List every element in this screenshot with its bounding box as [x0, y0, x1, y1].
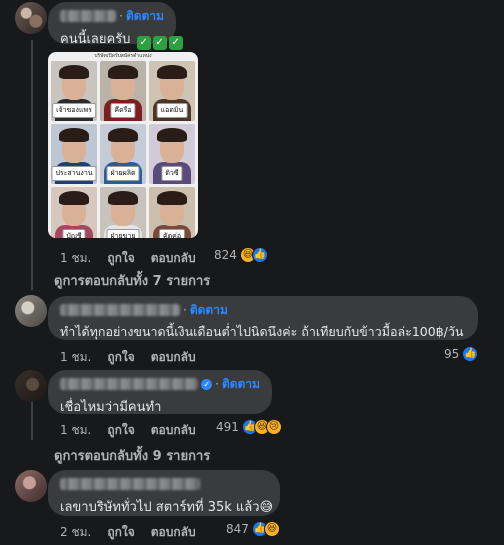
image-grid-cell: คีดรือ: [100, 61, 146, 121]
comment-actions: 2 ชม. ถูกใจ ตอบกลับ: [60, 523, 212, 542]
person-hair: [157, 191, 187, 205]
image-grid-cell: บัญชี: [51, 187, 97, 238]
person-hair: [108, 128, 138, 142]
check-mark-icon: ✓: [136, 36, 151, 50]
like-button[interactable]: ถูกใจ: [107, 348, 134, 367]
image-grid-cell: แอดมิน: [149, 61, 195, 121]
check-mark-icon: ✓: [168, 36, 183, 50]
comment-time[interactable]: 1 ชม.: [60, 249, 91, 268]
reaction-summary[interactable]: 95 👍: [444, 346, 479, 362]
reply-button[interactable]: ตอบกลับ: [151, 421, 196, 440]
verified-badge-icon: ✓: [201, 378, 213, 390]
reaction-count: 95: [444, 347, 460, 361]
comment-text: คนนี้เลยครับ: [60, 32, 131, 47]
comment-text: เลขาบริษัททั่วไป สตาร์ทที่ 35k แล้ว😅: [60, 500, 274, 515]
person-hair: [59, 191, 89, 205]
avatar[interactable]: [15, 470, 47, 502]
like-button[interactable]: ถูกใจ: [107, 249, 134, 268]
image-grid-cell: ฝ่ายขาย: [100, 187, 146, 238]
haha-icon: 😆: [263, 521, 280, 537]
image-grid-cell: คัดค่อ: [149, 187, 195, 238]
reaction-count: 491: [216, 420, 239, 434]
comment-image[interactable]: บริษัทเปิดรับสมัครตำแหน่ง เจ้าของแพร คีดร…: [48, 52, 198, 238]
image-grid-cell: ประสานงาน: [51, 124, 97, 184]
like-icon: 👍: [251, 247, 268, 263]
image-grid-cell: ฝ่ายผลิต: [100, 124, 146, 184]
comment-time[interactable]: 1 ชม.: [60, 421, 91, 440]
comment-bubble: ✓ · ติดตาม เชื่อไหมว่ามีคนทำ: [48, 370, 272, 415]
job-label: คัดค่อ: [158, 229, 186, 238]
comment-actions: 1 ชม. ถูกใจ ตอบกลับ: [60, 348, 212, 367]
like-button[interactable]: ถูกใจ: [107, 523, 134, 542]
comment-time[interactable]: 2 ชม.: [60, 523, 91, 542]
job-label: ติวซี: [161, 166, 183, 181]
view-replies-link[interactable]: ดูการตอบกลับทั้ง 7 รายการ: [54, 270, 210, 291]
reaction-count: 824: [214, 248, 237, 262]
follow-button[interactable]: ติดตาม: [190, 301, 228, 320]
avatar[interactable]: [15, 370, 47, 402]
comment-text: ทำได้ทุกอย่างขนาดนี้เงินเดือนต่ำไปนิดนึง…: [60, 324, 464, 339]
job-label: ฝ่ายผลิต: [106, 166, 140, 181]
person-hair: [157, 128, 187, 142]
comment-actions: 1 ชม. ถูกใจ ตอบกลับ: [60, 421, 212, 440]
job-label: คีดรือ: [110, 103, 136, 118]
sad-icon: 😢: [265, 419, 282, 435]
follow-button[interactable]: ติดตาม: [126, 7, 164, 26]
comment-text: เชื่อไหมว่ามีคนทำ: [60, 400, 162, 415]
comment-time[interactable]: 1 ชม.: [60, 348, 91, 367]
person-hair: [59, 65, 89, 79]
avatar[interactable]: [15, 2, 47, 34]
thread-line: [31, 40, 33, 290]
reply-button[interactable]: ตอบกลับ: [151, 523, 196, 542]
avatar[interactable]: [15, 295, 47, 327]
person-hair: [59, 128, 89, 142]
image-grid-cell: ติวซี: [149, 124, 195, 184]
comment-actions: 1 ชม. ถูกใจ ตอบกลับ: [60, 249, 212, 268]
image-grid: เจ้าของแพร คีดรือ แอดมินประสานงาน ฝ่ายผลิต ต…: [48, 61, 198, 238]
comment-bubble: · ติดตาม คนนี้เลยครับ ✓ ✓ ✓: [48, 2, 183, 50]
check-mark-icon: ✓: [152, 36, 167, 50]
reaction-summary[interactable]: 847 👍 😆: [226, 521, 280, 537]
follow-button[interactable]: ติดตาม: [222, 375, 260, 394]
image-header-text: บริษัทเปิดรับสมัครตำแหน่ง: [94, 53, 152, 59]
person-hair: [157, 65, 187, 79]
like-button[interactable]: ถูกใจ: [107, 421, 134, 440]
comment-bubble: · ติดตาม ทำได้ทุกอย่างขนาดนี้เงินเดือนต่…: [48, 296, 478, 340]
view-replies-link[interactable]: ดูการตอบกลับทั้ง 9 รายการ: [54, 445, 210, 466]
reaction-summary[interactable]: 824 😆 👍: [214, 247, 268, 263]
reply-button[interactable]: ตอบกลับ: [151, 249, 196, 268]
comment-bubble: เลขาบริษัททั่วไป สตาร์ทที่ 35k แล้ว😅: [48, 470, 280, 516]
job-label: ฝ่ายขาย: [106, 229, 140, 238]
reply-button[interactable]: ตอบกลับ: [151, 348, 196, 367]
person-hair: [108, 191, 138, 205]
job-label: แอดมิน: [156, 103, 188, 118]
person-hair: [108, 65, 138, 79]
commenter-name-blurred[interactable]: [60, 10, 117, 22]
like-icon: 👍: [462, 346, 479, 362]
reaction-summary[interactable]: 491 👍 😆 😢: [216, 419, 282, 435]
job-label: บัญชี: [62, 229, 86, 238]
commenter-name-blurred[interactable]: [60, 304, 180, 316]
job-label: เจ้าของแพร: [52, 103, 96, 118]
commenter-name-blurred[interactable]: [60, 378, 199, 390]
image-grid-cell: เจ้าของแพร: [51, 61, 97, 121]
commenter-name-blurred[interactable]: [60, 478, 200, 490]
reaction-count: 847: [226, 522, 249, 536]
job-label: ประสานงาน: [51, 166, 97, 181]
